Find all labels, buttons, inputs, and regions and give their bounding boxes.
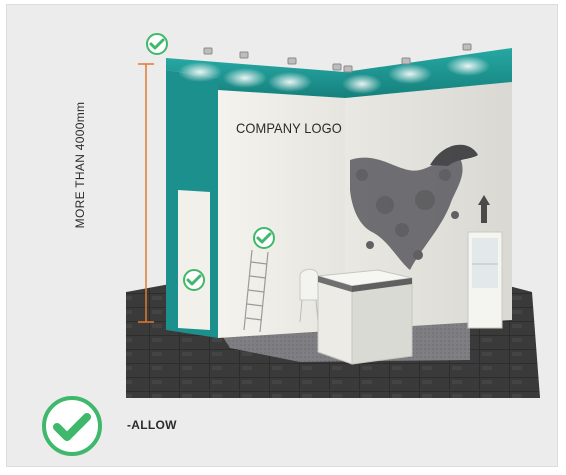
check-top-icon xyxy=(146,33,168,55)
company-logo-text: COMPANY LOGO xyxy=(236,120,342,136)
left-pillar xyxy=(166,70,218,338)
check-rack-icon xyxy=(253,227,275,249)
reception-counter xyxy=(317,269,413,365)
allow-caption: -ALLOW xyxy=(127,418,177,432)
check-circle-icon xyxy=(42,396,102,456)
height-note-label: MORE THAN 4000mm xyxy=(73,101,87,229)
check-pillar-icon xyxy=(183,269,205,291)
height-measure xyxy=(138,63,154,323)
